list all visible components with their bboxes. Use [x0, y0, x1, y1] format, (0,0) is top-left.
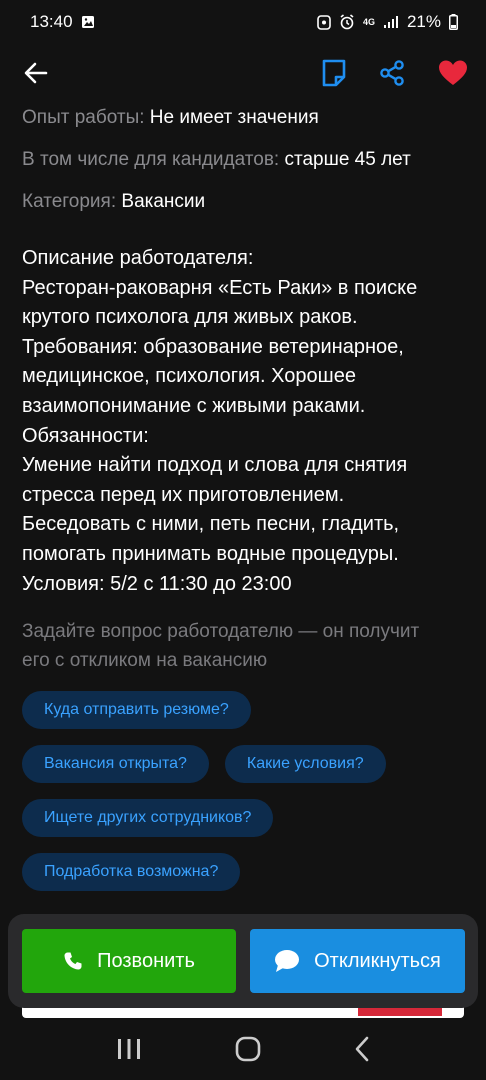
network-label: 4G [362, 16, 375, 27]
description-line: стресса перед их приготовлением. [22, 483, 345, 506]
status-time: 13:40 [30, 12, 73, 31]
meta-label: Опыт работы: [22, 107, 145, 128]
bookmark-icon[interactable] [322, 59, 346, 87]
signal-icon [383, 15, 399, 29]
call-button[interactable]: Позвонить [22, 929, 236, 993]
home-icon[interactable] [235, 1036, 261, 1062]
question-chip-other-staff[interactable]: Ищете других сотрудников? [22, 799, 274, 838]
reply-label: Откликнуться [314, 949, 441, 972]
lock-app-icon [317, 14, 331, 30]
ask-hint-line: Задайте вопрос работодателю — он получит [22, 621, 420, 643]
meta-value: Не имеет значения [149, 107, 319, 128]
description-line: Ресторан-раковарня «Есть Раки» в поиске [22, 276, 418, 299]
meta-value: Вакансии [121, 191, 206, 212]
status-bar: 13:40 4G 21% [0, 0, 486, 44]
description-line: Обязанности: [22, 424, 149, 447]
description-line: Условия: 5/2 с 11:30 до 23:00 [22, 572, 292, 595]
call-label: Позвонить [97, 949, 195, 972]
question-chip-resume[interactable]: Куда отправить резюме? [22, 691, 251, 730]
chip-row: Куда отправить резюме? [22, 691, 464, 730]
share-icon[interactable] [378, 59, 406, 87]
battery-percent: 21% [406, 12, 441, 31]
question-chip-open[interactable]: Вакансия открыта? [22, 745, 209, 784]
back-icon[interactable] [354, 1036, 370, 1062]
chip-row: Ищете других сотрудников? [22, 799, 464, 838]
chat-bubble-icon [274, 949, 300, 973]
reply-button[interactable]: Откликнуться [250, 929, 465, 993]
chip-row: Вакансия открыта? Какие условия? [22, 745, 464, 784]
description-line: взаимопонимание с живыми раками. [22, 394, 366, 417]
ask-employer-hint: Задайте вопрос работодателю — он получит… [22, 617, 464, 675]
description-line: Требования: образование ветеринарное, [22, 335, 404, 358]
back-arrow-icon[interactable] [22, 59, 50, 87]
meta-label: Категория: [22, 191, 117, 212]
question-chip-part-time[interactable]: Подработка возможна? [22, 853, 241, 892]
system-nav-bar [0, 1018, 486, 1080]
network-4g-icon: 4G [362, 16, 375, 27]
chip-row: Подработка возможна? [22, 853, 464, 892]
meta-category: Категория: Вакансии [22, 188, 464, 216]
meta-value: старше 45 лет [284, 149, 411, 170]
vacancy-content: Опыт работы: Не имеет значения В том чис… [22, 104, 464, 907]
description-line: крутого психолога для живых раков. [22, 306, 358, 329]
ask-hint-line: его с откликом на вакансию [22, 650, 268, 672]
description-line: медицинское, психология. Хорошее [22, 365, 356, 388]
heart-icon[interactable] [438, 59, 468, 87]
status-right: 4G 21% [317, 12, 458, 32]
status-left: 13:40 [30, 12, 95, 32]
recent-apps-icon[interactable] [116, 1038, 142, 1060]
description-line: Беседовать с ними, петь песни, гладить, [22, 513, 400, 536]
alarm-icon [339, 14, 355, 30]
battery-icon [449, 14, 458, 30]
question-chip-conditions[interactable]: Какие условия? [224, 745, 386, 784]
meta-candidates: В том числе для кандидатов: старше 45 ле… [22, 146, 464, 174]
meta-experience: Опыт работы: Не имеет значения [22, 104, 464, 132]
employer-description: Описание работодателя: Ресторан-раковарн… [22, 244, 464, 599]
description-line: Описание работодателя: [22, 247, 254, 269]
phone-icon [63, 951, 83, 971]
gallery-notification-icon [81, 15, 95, 29]
quick-questions: Куда отправить резюме? Вакансия открыта?… [22, 691, 464, 892]
top-app-bar [0, 44, 486, 102]
meta-label: В том числе для кандидатов: [22, 149, 280, 170]
top-actions [322, 59, 468, 87]
description-line: Умение найти подход и слова для снятия [22, 454, 408, 477]
description-line: помогать принимать водные процедуры. [22, 542, 399, 565]
